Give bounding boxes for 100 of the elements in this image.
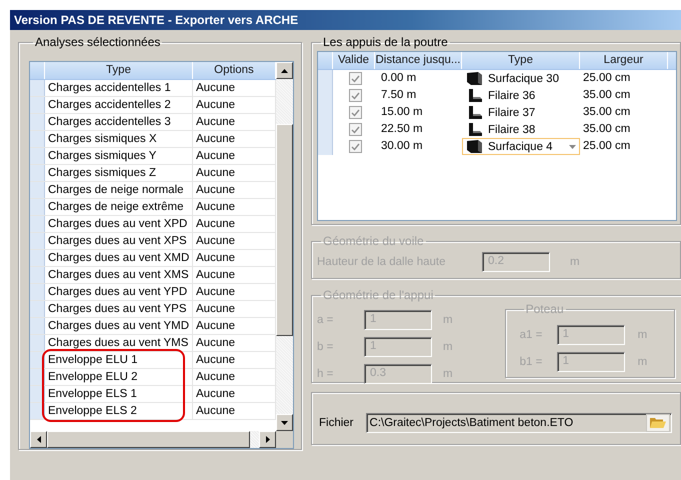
table-cell: Enveloppe ELS 2 xyxy=(45,403,193,419)
table-row[interactable]: Charges dues au vent XMS Aucune xyxy=(30,267,276,284)
scroll-thumb[interactable] xyxy=(276,124,293,336)
table-cell: Charges dues au vent XPD xyxy=(45,216,193,232)
table-row[interactable]: Charges de neige extrême Aucune xyxy=(30,199,276,216)
table-row[interactable]: Charges sismiques X Aucune xyxy=(30,131,276,148)
scroll-up-button[interactable] xyxy=(276,62,293,79)
table-cell: Charges sismiques X xyxy=(45,131,193,147)
table-cell-text: 0.00 m xyxy=(380,71,418,86)
down-arrow-icon xyxy=(281,420,288,424)
checkbox[interactable] xyxy=(349,140,362,153)
table-cell: Charges de neige normale xyxy=(45,182,193,198)
scroll-down-button[interactable] xyxy=(276,414,293,431)
checkbox[interactable] xyxy=(349,89,362,102)
table-cell: Charges de neige extrême xyxy=(45,199,193,215)
table-row[interactable]: Charges dues au vent YPD Aucune xyxy=(30,284,276,301)
table-cell: Enveloppe ELU 1 xyxy=(45,352,193,368)
column-header[interactable]: Type xyxy=(45,62,193,79)
table-cell: Charges dues au vent XPS xyxy=(45,233,193,249)
browse-button[interactable] xyxy=(646,414,670,432)
table-cell: Charges accidentelles 3 xyxy=(45,114,193,130)
table-row[interactable]: Enveloppe ELU 2 Aucune xyxy=(30,369,276,386)
table-row[interactable]: Charges dues au vent YMS Aucune xyxy=(30,335,276,352)
right-arrow-icon xyxy=(266,436,270,443)
column-header[interactable]: Type xyxy=(462,52,580,69)
type-cell[interactable]: Surfacique 4 xyxy=(462,138,580,155)
group-title: Géométrie du voile xyxy=(322,234,425,248)
checkbox[interactable] xyxy=(349,106,362,119)
group-title: Les appuis de la poutre xyxy=(322,35,449,49)
field-value: C:\Graitec\Projects\Batiment beton.ETO xyxy=(370,416,574,428)
table-cell-text: 25.00 cm xyxy=(582,139,632,154)
vertical-scrollbar[interactable] xyxy=(276,62,293,431)
table-cell-text: Surfacique 30 xyxy=(488,72,560,86)
table-cell-text: Filaire 37 xyxy=(488,106,536,120)
file-path-field[interactable]: C:\Graitec\Projects\Batiment beton.ETO xyxy=(366,412,672,432)
table-row[interactable]: Charges de neige normale Aucune xyxy=(30,182,276,199)
table-cell: Charges accidentelles 1 xyxy=(45,80,193,96)
table-cell: Charges sismiques Y xyxy=(45,148,193,164)
beam-icon xyxy=(467,89,482,102)
folder-icon xyxy=(650,416,666,429)
table-row[interactable]: Enveloppe ELS 2 Aucune xyxy=(30,403,276,420)
table-cell-text: 25.00 cm xyxy=(582,71,632,86)
table-row[interactable]: Charges dues au vent XMD Aucune xyxy=(30,250,276,267)
field-label: Fichier xyxy=(319,416,354,428)
scroll-right-button[interactable] xyxy=(259,431,276,448)
table-cell: Charges dues au vent YMD xyxy=(45,318,193,334)
table-row[interactable]: Charges accidentelles 1 Aucune xyxy=(30,80,276,97)
table-cell-text: Filaire 36 xyxy=(488,88,536,104)
table-cell: Charges dues au vent XMS xyxy=(45,267,193,283)
group-title: Analyses sélectionnées xyxy=(34,35,162,49)
table-cell-text: 30.00 m xyxy=(380,139,424,154)
table-cell: Charges dues au vent YPS xyxy=(45,301,193,317)
wall-icon xyxy=(467,140,482,153)
table-cell: Charges dues au vent XMD xyxy=(45,250,193,266)
beam-icon xyxy=(467,123,482,136)
scroll-thumb[interactable] xyxy=(47,431,250,448)
table-row[interactable]: Charges dues au vent YMD Aucune xyxy=(30,318,276,335)
table-cell-text: 35.00 cm xyxy=(582,88,632,103)
table-row[interactable]: Charges dues au vent XPS Aucune xyxy=(30,233,276,250)
type-cell[interactable]: Surfacique 30 xyxy=(462,70,580,87)
table-row[interactable]: Charges sismiques Z Aucune xyxy=(30,165,276,182)
table-row[interactable]: Charges accidentelles 3 Aucune xyxy=(30,114,276,131)
table-cell: Charges dues au vent YMS xyxy=(45,335,193,351)
table-row[interactable]: Enveloppe ELU 1 Aucune xyxy=(30,352,276,369)
table-cell: Charges sismiques Z xyxy=(45,165,193,181)
wall-icon xyxy=(467,72,482,85)
table-cell-text: 35.00 cm xyxy=(582,105,632,120)
scroll-left-button[interactable] xyxy=(30,431,47,448)
column-header[interactable]: Valide xyxy=(333,52,375,69)
table-cell: Charges accidentelles 2 xyxy=(45,97,193,113)
column-header[interactable]: Distance jusqu... xyxy=(375,52,462,69)
table-cell-text: 35.00 cm xyxy=(582,122,632,137)
beam-icon xyxy=(467,106,482,119)
table-row[interactable]: Charges sismiques Y Aucune xyxy=(30,148,276,165)
table-cell: Enveloppe ELU 2 xyxy=(45,369,193,385)
type-cell[interactable]: Filaire 38 xyxy=(462,121,580,138)
table-cell-text: Surfacique 4 xyxy=(488,140,554,154)
table-cell-text: Filaire 38 xyxy=(488,122,536,138)
left-arrow-icon xyxy=(36,436,40,443)
checkbox[interactable] xyxy=(349,72,362,85)
table-cell-text: 22.50 m xyxy=(380,122,424,137)
column-header[interactable]: Largeur xyxy=(580,52,668,69)
horizontal-scrollbar[interactable] xyxy=(30,431,276,448)
type-cell[interactable]: Filaire 36 xyxy=(462,87,580,104)
checkbox[interactable] xyxy=(349,123,362,136)
table-cell: Charges dues au vent YPD xyxy=(45,284,193,300)
table-cell: Enveloppe ELS 1 xyxy=(45,386,193,402)
scrollbar-corner xyxy=(276,431,293,448)
table-cell-text: 7.50 m xyxy=(380,88,418,103)
group-title: Poteau xyxy=(524,302,565,316)
table-row[interactable]: Charges accidentelles 2 Aucune xyxy=(30,97,276,114)
group-title: Géométrie de l'appui xyxy=(322,288,434,302)
table-row[interactable]: Enveloppe ELS 1 Aucune xyxy=(30,386,276,403)
dropdown-caret-icon[interactable] xyxy=(569,144,576,148)
table-cell-text: 15.00 m xyxy=(380,105,424,120)
window-title: Version PAS DE REVENTE - Exporter vers ARCHE xyxy=(10,10,681,30)
type-cell[interactable]: Filaire 37 xyxy=(462,104,580,121)
up-arrow-icon xyxy=(281,68,288,72)
table-row[interactable]: Charges dues au vent XPD Aucune xyxy=(30,216,276,233)
table-row[interactable]: Charges dues au vent YPS Aucune xyxy=(30,301,276,318)
